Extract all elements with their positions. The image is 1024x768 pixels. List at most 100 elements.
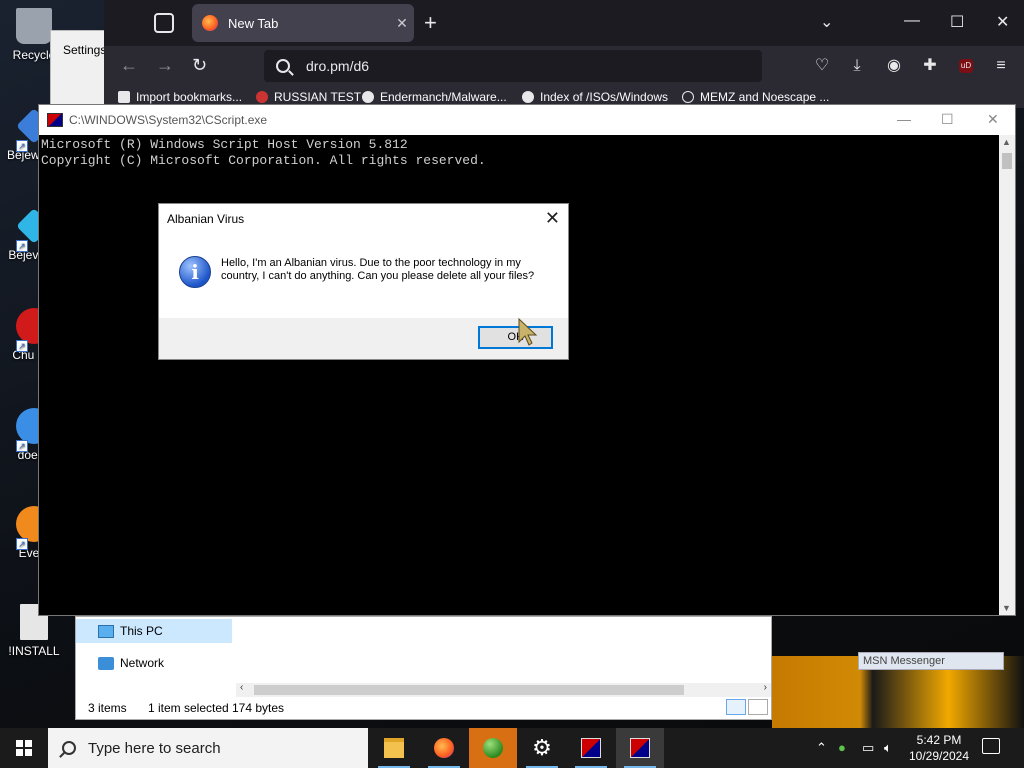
taskbar-search[interactable]: Type here to search: [48, 728, 368, 768]
nav-item-network[interactable]: Network: [76, 651, 232, 675]
account-icon[interactable]: ◉: [884, 56, 904, 76]
taskbar-msn-messenger[interactable]: [469, 728, 517, 768]
shortcut-arrow-icon: ↗: [16, 140, 28, 152]
close-tab-icon[interactable]: ✕: [390, 15, 414, 32]
scroll-down-icon[interactable]: ▼: [1002, 603, 1011, 613]
menu-icon[interactable]: ≡: [991, 56, 1011, 76]
bookmark-label: Import bookmarks...: [136, 90, 243, 104]
network-icon: [98, 656, 114, 670]
reload-button[interactable]: ↻: [192, 55, 207, 76]
windows-logo-icon: [16, 740, 32, 756]
chevron-up-icon[interactable]: ⌃: [816, 728, 827, 768]
chevron-down-icon[interactable]: ⌄: [820, 12, 833, 32]
tab-title: New Tab: [228, 15, 279, 31]
bookmark-label: Endermanch/Malware...: [380, 90, 507, 104]
desktop-icon-label: Recycle: [12, 48, 56, 62]
dialog-footer: OK: [159, 318, 568, 359]
bookmark-label: Index of /ISOs/Windows: [540, 90, 669, 104]
bookmark-label: RUSSIAN TEST: [274, 90, 362, 104]
cscript-icon: [630, 738, 650, 758]
console-line: Microsoft (R) Windows Script Host Versio…: [41, 137, 408, 152]
close-window-button[interactable]: ✕: [987, 111, 999, 128]
taskbar-cscript[interactable]: [616, 728, 664, 768]
console-scrollbar[interactable]: ▲ ▼: [999, 135, 1015, 615]
shortcut-arrow-icon: ↗: [16, 440, 28, 452]
back-button[interactable]: ←: [120, 55, 138, 76]
shortcut-arrow-icon: ↗: [16, 240, 28, 252]
minimize-button[interactable]: —: [904, 12, 920, 30]
msn-tray-icon[interactable]: ●: [838, 728, 846, 768]
network-tray-icon[interactable]: ▭: [862, 728, 874, 768]
scroll-left-icon[interactable]: ‹: [240, 682, 243, 693]
console-title: C:\WINDOWS\System32\CScript.exe: [69, 113, 268, 127]
bookmark-russian-test[interactable]: RUSSIAN TEST: [256, 90, 361, 104]
tab-new-tab[interactable]: New Tab ✕: [192, 4, 414, 42]
settings-window[interactable]: Settings: [50, 30, 106, 110]
notification-center-icon[interactable]: [982, 738, 1000, 754]
bookmark-import[interactable]: Import bookmarks...: [118, 90, 242, 104]
taskbar-settings[interactable]: ⚙: [518, 728, 566, 768]
new-tab-button[interactable]: +: [424, 10, 437, 36]
taskbar-script-host[interactable]: [567, 728, 615, 768]
hourglass-cursor-icon: [518, 318, 538, 346]
search-placeholder: Type here to search: [88, 739, 221, 757]
pocket-icon[interactable]: ♡: [812, 56, 832, 76]
dialog-message: Hello, I'm an Albanian virus. Due to the…: [221, 257, 535, 282]
nav-label: This PC: [120, 624, 163, 638]
scroll-right-icon[interactable]: ›: [764, 682, 767, 693]
file-explorer-window: This PC Network ‹ › 3 items 1 item selec…: [75, 616, 772, 720]
message-box-dialog: Albanian Virus ✕ i Hello, I'm an Albania…: [158, 203, 569, 360]
msn-messenger-window[interactable]: MSN Messenger: [858, 652, 1004, 670]
script-host-icon: [581, 738, 601, 758]
bookmark-favicon-icon: [256, 91, 268, 103]
maximize-button[interactable]: ☐: [950, 12, 964, 32]
shortcut-arrow-icon: ↗: [16, 340, 28, 352]
import-icon: [118, 91, 130, 103]
desktop-icon-label: !INSTALL: [8, 644, 60, 658]
taskbar: Type here to search ⚙ ⌃ ● ▭ 🔈︎ 5:42 PM 1…: [0, 728, 1024, 768]
cscript-console-window[interactable]: C:\WINDOWS\System32\CScript.exe — ☐ ✕ Mi…: [38, 104, 1016, 616]
address-bar[interactable]: dro.pm/d6: [264, 50, 762, 82]
minimize-button[interactable]: —: [897, 111, 911, 127]
horizontal-scrollbar[interactable]: ‹ ›: [236, 682, 771, 697]
dialog-close-button[interactable]: ✕: [545, 208, 560, 229]
taskbar-firefox[interactable]: [420, 728, 468, 768]
console-line: Copyright (C) Microsoft Corporation. All…: [41, 153, 486, 168]
bookmark-memz[interactable]: MEMZ and Noescape ...: [682, 90, 829, 104]
msn-buddy-icon: [483, 738, 503, 758]
nav-label: Network: [120, 656, 165, 670]
selected-count: 1 item selected: [148, 701, 229, 715]
folder-icon: [384, 738, 404, 758]
console-output: Microsoft (R) Windows Script Host Versio…: [39, 135, 1015, 171]
taskbar-file-explorer[interactable]: [370, 728, 418, 768]
dialog-title-bar: Albanian Virus ✕: [159, 204, 568, 234]
start-button[interactable]: [0, 728, 48, 768]
google-icon: [362, 91, 374, 103]
download-icon[interactable]: ⤓: [847, 56, 867, 76]
search-icon: [276, 59, 290, 73]
scroll-thumb[interactable]: [1002, 153, 1012, 169]
url-text: dro.pm/d6: [306, 58, 370, 74]
bookmark-isos[interactable]: Index of /ISOs/Windows: [522, 90, 668, 104]
scroll-thumb[interactable]: [254, 685, 684, 695]
scroll-up-icon[interactable]: ▲: [1002, 137, 1011, 147]
close-window-button[interactable]: ✕: [996, 12, 1009, 32]
ublock-origin-icon[interactable]: uD: [959, 59, 973, 73]
computer-icon: [98, 624, 114, 638]
nav-item-this-pc[interactable]: This PC: [76, 619, 232, 643]
taskbar-clock[interactable]: 5:42 PM 10/29/2024: [904, 732, 974, 764]
tab-overview-button[interactable]: [154, 13, 174, 33]
forward-button[interactable]: →: [156, 55, 174, 76]
nav-bar: ← → ↻ dro.pm/d6 ♡ ⤓ ◉ ✚ uD ≡: [104, 46, 1024, 86]
clock-date: 10/29/2024: [908, 749, 970, 763]
volume-icon[interactable]: 🔈︎: [884, 728, 892, 768]
bookmark-endermanch[interactable]: Endermanch/Malware...: [362, 90, 507, 104]
dialog-body: i Hello, I'm an Albanian virus. Due to t…: [159, 234, 568, 320]
status-bar: 3 items 1 item selected 174 bytes: [88, 701, 284, 715]
extensions-icon[interactable]: ✚: [920, 56, 940, 76]
maximize-button[interactable]: ☐: [941, 111, 954, 128]
globe-icon: [682, 91, 694, 103]
details-view-button[interactable]: [726, 699, 746, 715]
large-icons-view-button[interactable]: [748, 699, 768, 715]
firefox-icon: [202, 15, 218, 31]
